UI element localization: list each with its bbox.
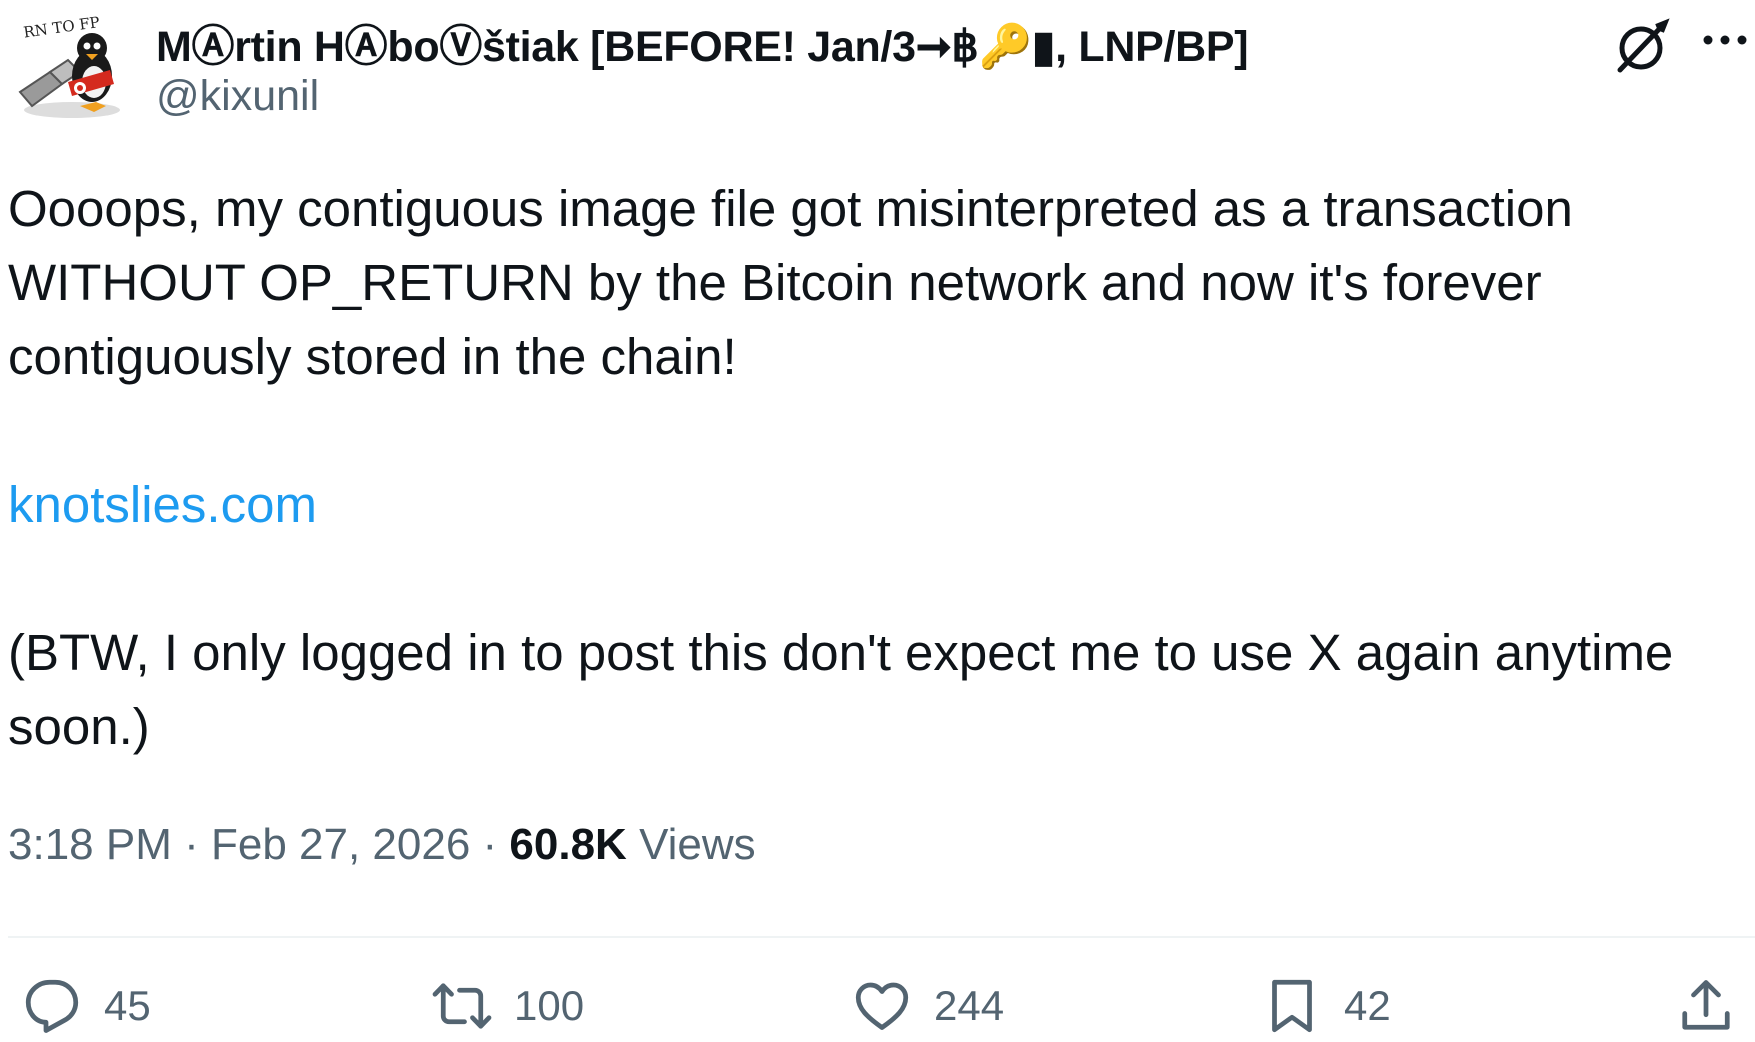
repost-count: 100: [514, 982, 585, 1029]
views-label: Views: [626, 820, 756, 869]
bookmark-count: 42: [1344, 982, 1391, 1029]
meta-separator: ·: [470, 820, 510, 869]
tweet-time[interactable]: 3:18 PM: [8, 820, 172, 869]
avatar[interactable]: RN TO FP: [10, 13, 138, 128]
repost-button[interactable]: 100: [432, 976, 584, 1036]
avatar-image: RN TO FP: [18, 13, 120, 118]
like-count: 244: [934, 982, 1005, 1029]
tweet-text-footer-line-1: (BTW, I only logged in to post this don'…: [8, 624, 1674, 681]
bookmark-button[interactable]: 42: [1262, 976, 1391, 1036]
bookmark-icon: [1272, 979, 1312, 1033]
tweet-date[interactable]: Feb 27, 2026: [211, 820, 470, 869]
reply-button[interactable]: 45: [22, 976, 151, 1036]
share-icon: [1682, 980, 1730, 1030]
author-display-name[interactable]: MⒶrtin HⒶboⓋštiak [BEFORE! Jan/3➞฿🔑▮, LN…: [156, 12, 1249, 74]
tweet-meta: 3:18 PM · Feb 27, 2026 · 60.8K Views: [8, 820, 756, 870]
heart-icon: [855, 982, 909, 1030]
reply-icon: [25, 979, 79, 1033]
repost-icon: [432, 983, 492, 1029]
tweet-text-line-1: Oooops, my contiguous image file got mis…: [8, 180, 1573, 237]
views-count: 60.8K: [509, 820, 627, 869]
like-button[interactable]: 244: [852, 976, 1004, 1036]
divider: [8, 936, 1755, 938]
tweet-link[interactable]: knotslies.com: [8, 468, 1753, 542]
slashed-circle-icon[interactable]: [1610, 14, 1674, 83]
tweet-text-line-3: contiguously stored in the chain!: [8, 328, 737, 385]
more-icon[interactable]: [1700, 30, 1750, 55]
share-button[interactable]: [1676, 976, 1736, 1036]
author-handle[interactable]: @kixunil: [156, 72, 319, 121]
reply-count: 45: [104, 982, 151, 1029]
tweet-text-line-2: WITHOUT OP_RETURN by the Bitcoin network…: [8, 254, 1542, 311]
meta-separator: ·: [171, 820, 211, 869]
tweet-text-footer-line-2: soon.): [8, 698, 150, 755]
